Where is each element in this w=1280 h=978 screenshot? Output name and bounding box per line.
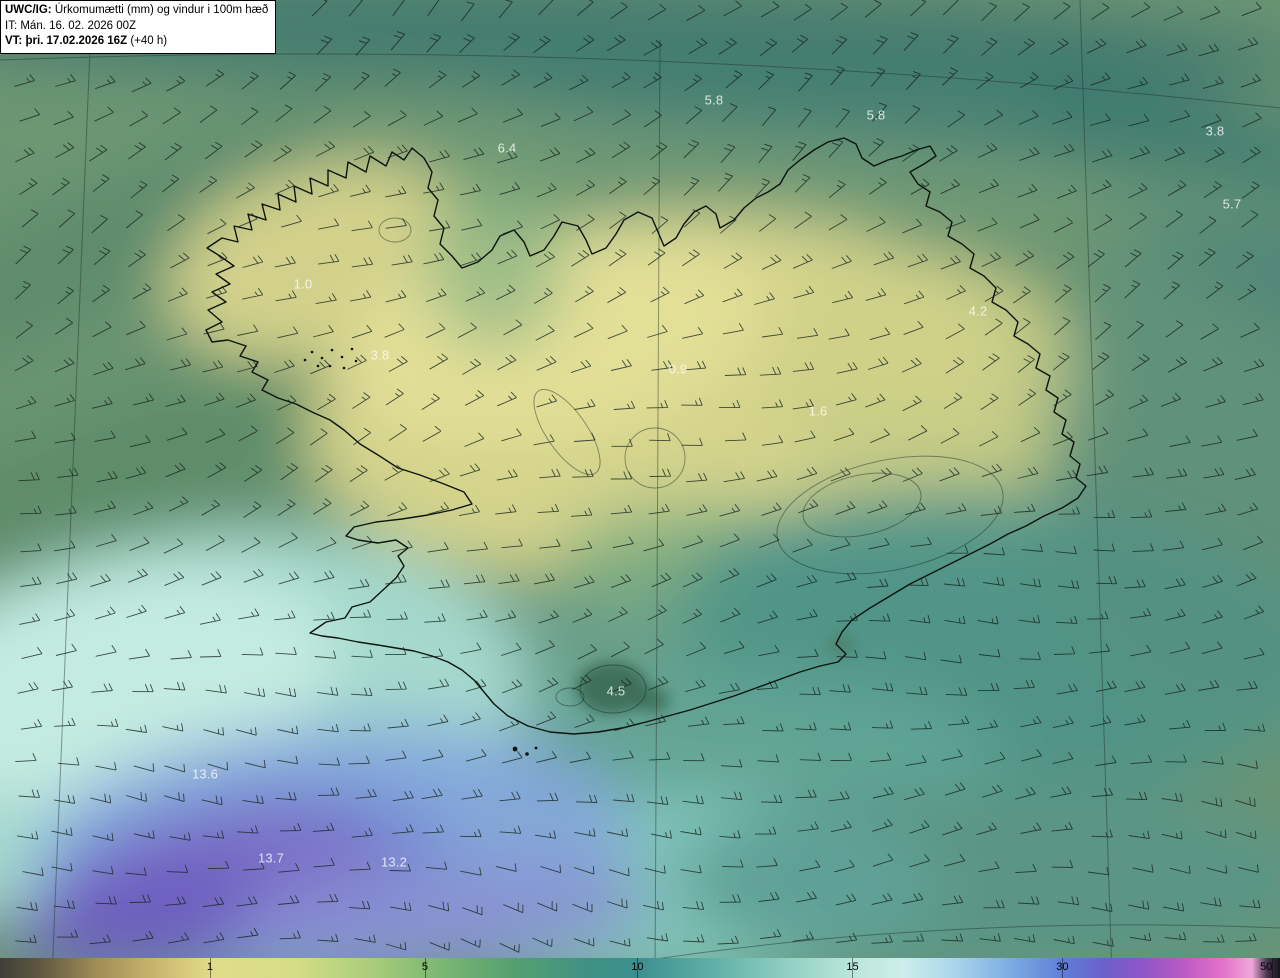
colorbar-tick-label: 50 — [1260, 961, 1273, 973]
title-box: UWC/IG: Úrkomumætti (mm) og vindur i 100… — [0, 0, 277, 54]
weather-map-canvas — [0, 0, 1280, 978]
init-time-value: Mán. 16. 02. 2026 00Z — [20, 19, 137, 32]
valid-time-line: VT: þri. 17.02.2026 16Z (+40 h) — [5, 34, 268, 50]
colorbar-tick — [1272, 958, 1274, 978]
colorbar-tick-label: 15 — [846, 961, 859, 973]
valid-time-offset: (+40 h) — [130, 35, 168, 48]
valid-time-label: VT: — [5, 35, 23, 48]
title-line: UWC/IG: Úrkomumætti (mm) og vindur i 100… — [5, 3, 268, 19]
init-time-line: IT: Mán. 16. 02. 2026 00Z — [5, 19, 268, 35]
product-code: UWC/IG: — [5, 4, 52, 16]
colorbar-tick-label: 5 — [421, 961, 429, 973]
weather-map: 5.8 5.8 3.8 6.4 5.7 1.0 4.2 3.8 0.9 1.6 4.5 13.6 13.… — [0, 0, 1280, 978]
valid-time-value: þri. 17.02.2026 16Z — [25, 35, 128, 48]
colorbar-tick-label: 30 — [1056, 961, 1069, 973]
precipitation-colorbar: 1 5 10 15 30 50 — [0, 958, 1280, 978]
product-title: Úrkomumætti (mm) og vindur i 100m hæð — [54, 4, 269, 16]
colorbar-tick-label: 1 — [206, 961, 213, 973]
precipitation-field — [0, 0, 1280, 978]
init-time-label: IT: — [5, 19, 18, 32]
colorbar-tick-label: 10 — [631, 961, 644, 973]
